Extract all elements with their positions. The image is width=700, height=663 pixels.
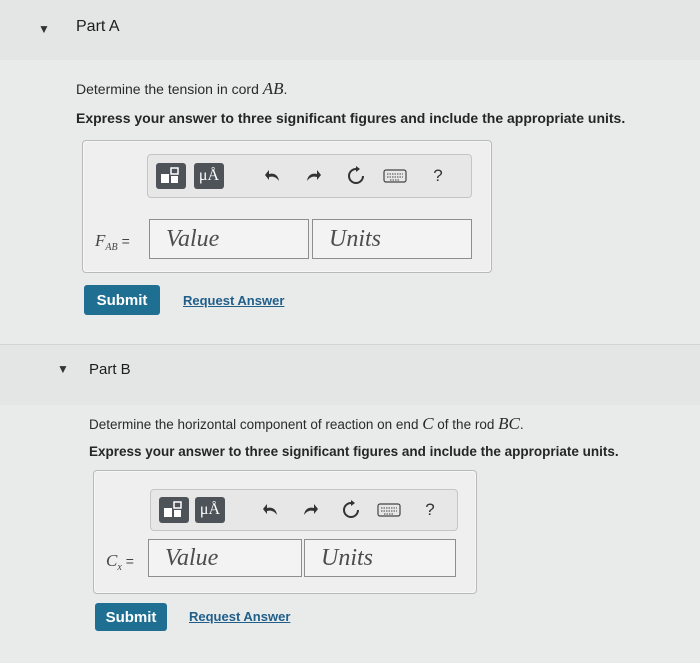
reset-icon[interactable] xyxy=(344,163,368,189)
part-a-question: Determine the tension in cord AB. xyxy=(76,79,288,98)
units-input-field[interactable] xyxy=(304,539,456,577)
undo-icon[interactable] xyxy=(261,163,285,189)
keyboard-icon[interactable] xyxy=(377,497,401,523)
part-b-question: Determine the horizontal component of re… xyxy=(89,414,524,433)
redo-icon[interactable] xyxy=(298,497,322,523)
value-input-field[interactable] xyxy=(149,219,309,259)
part-b-submit-button[interactable]: Submit xyxy=(95,603,167,631)
help-icon[interactable]: ? xyxy=(418,497,442,523)
templates-button[interactable] xyxy=(159,497,189,523)
help-icon[interactable]: ? xyxy=(426,163,450,189)
value-input[interactable] xyxy=(150,220,308,258)
value-input-field[interactable] xyxy=(148,539,302,577)
part-b-header[interactable]: ▼ Part B xyxy=(0,344,700,405)
part-a-header[interactable]: ▼ Part A xyxy=(0,0,700,60)
equation-toolbar: μÅ ? xyxy=(150,489,458,531)
redo-icon[interactable] xyxy=(301,163,325,189)
units-button[interactable]: μÅ xyxy=(194,163,224,189)
equation-toolbar: μÅ ? xyxy=(147,154,472,198)
part-b-instructions: Express your answer to three significant… xyxy=(89,444,619,459)
part-a-answer-box: μÅ ? FAB = xyxy=(82,140,492,273)
part-b-request-answer-link[interactable]: Request Answer xyxy=(189,609,290,624)
undo-icon[interactable] xyxy=(259,497,283,523)
part-b-answer-box: μÅ ? Cx = xyxy=(93,470,477,594)
value-input[interactable] xyxy=(149,540,301,576)
keyboard-icon[interactable] xyxy=(383,163,407,189)
reset-icon[interactable] xyxy=(339,497,363,523)
part-b-title: Part B xyxy=(89,361,131,378)
collapse-triangle-icon[interactable]: ▼ xyxy=(38,22,50,36)
templates-button[interactable] xyxy=(156,163,186,189)
units-input[interactable] xyxy=(313,220,471,258)
templates-icon xyxy=(161,167,179,183)
part-a-instructions: Express your answer to three significant… xyxy=(76,110,626,126)
units-input[interactable] xyxy=(305,540,455,576)
variable-label: Cx = xyxy=(106,551,134,574)
part-a-title: Part A xyxy=(76,18,120,35)
part-a-request-answer-link[interactable]: Request Answer xyxy=(183,293,284,308)
units-button[interactable]: μÅ xyxy=(195,497,225,523)
templates-icon xyxy=(164,501,182,517)
variable-label: FAB = xyxy=(95,231,130,254)
units-input-field[interactable] xyxy=(312,219,472,259)
part-a-submit-button[interactable]: Submit xyxy=(84,285,160,315)
collapse-triangle-icon[interactable]: ▼ xyxy=(57,362,69,376)
